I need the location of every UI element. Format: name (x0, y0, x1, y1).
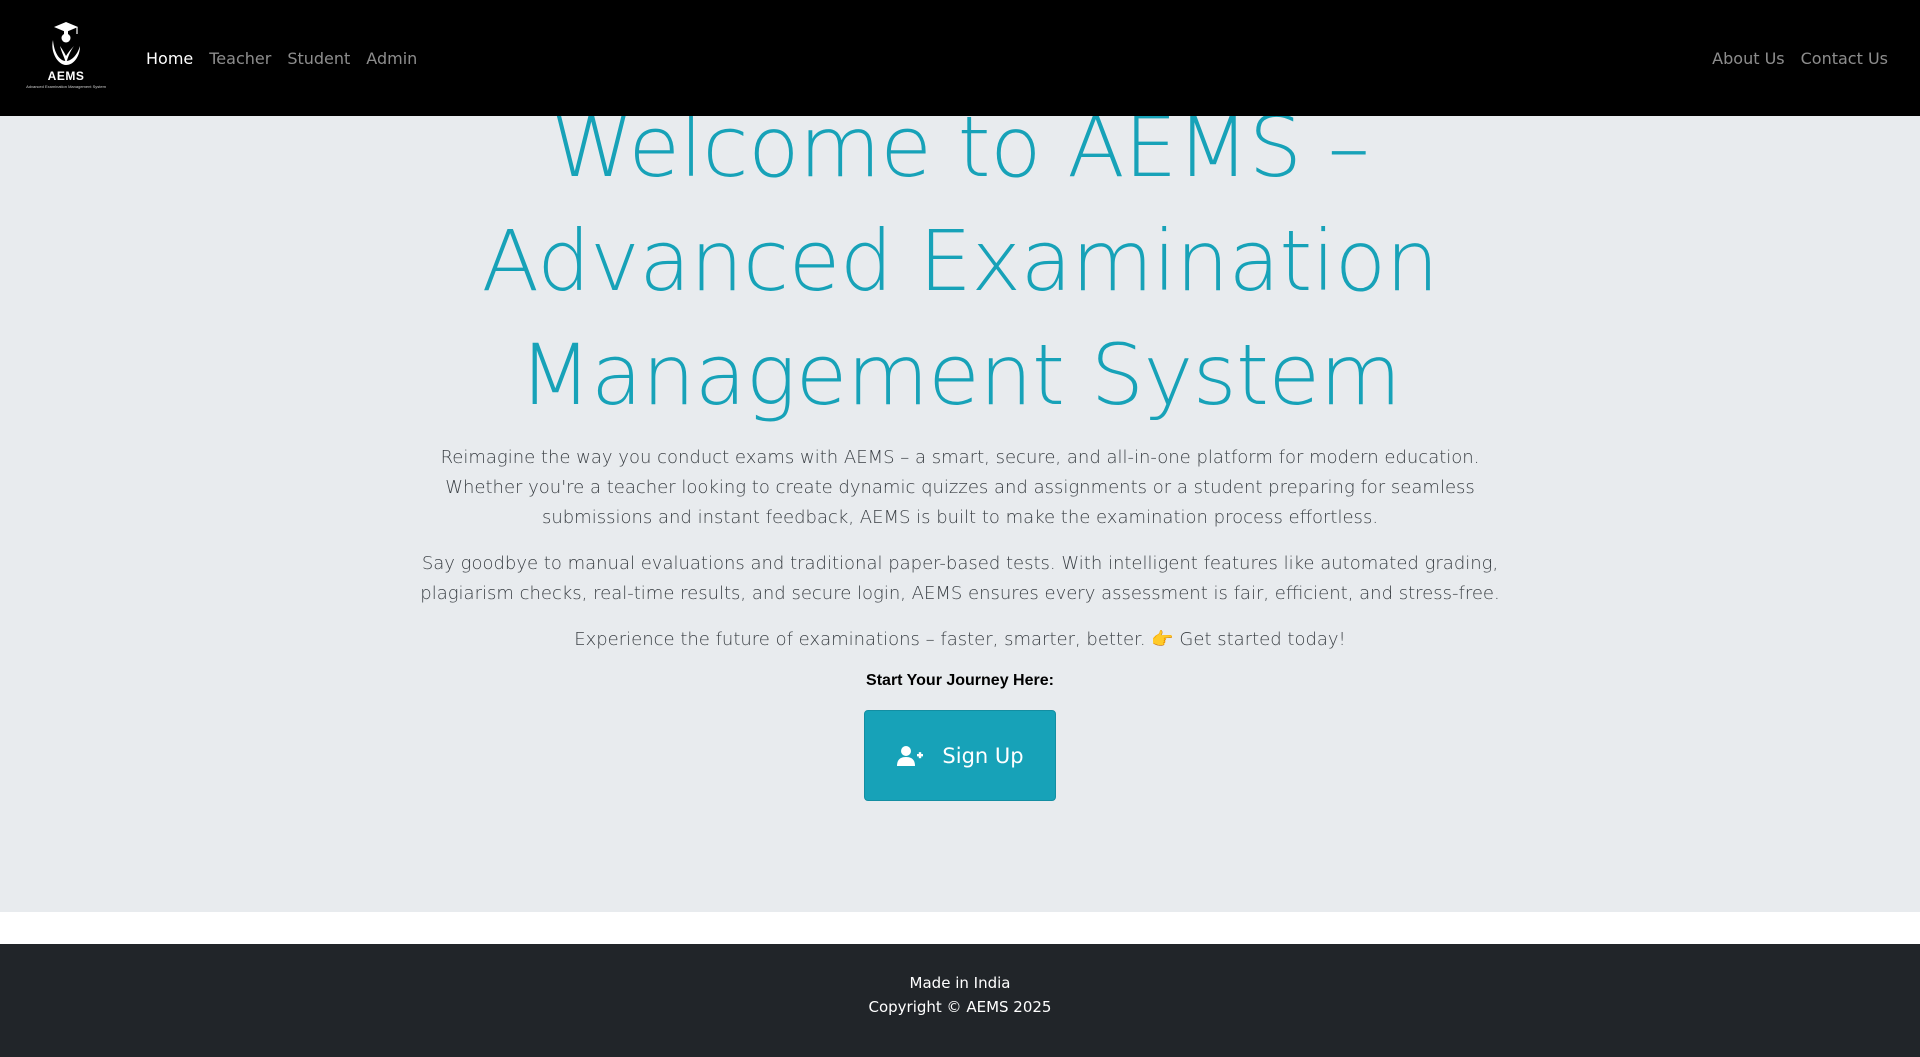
primary-nav: Home Teacher Student Admin (146, 0, 425, 116)
nav-link-teacher[interactable]: Teacher (201, 49, 279, 68)
graduate-emblem-icon (52, 22, 80, 65)
footer-copyright: Copyright © AEMS 2025 (868, 998, 1052, 1016)
hero-section: Welcome to AEMS – Advanced Examination M… (0, 116, 1920, 912)
nav-link-admin[interactable]: Admin (358, 49, 425, 68)
brand-logo[interactable]: AEMS Advanced Examination Management Sys… (22, 20, 110, 92)
hero-title: Welcome to AEMS – Advanced Examination M… (481, 116, 1439, 424)
nav-link-home[interactable]: Home (146, 49, 201, 68)
signup-button[interactable]: Sign Up (864, 710, 1056, 801)
nav-link-student[interactable]: Student (279, 49, 358, 68)
hero-paragraph-intro: Reimagine the way you conduct exams with… (440, 447, 1480, 528)
user-plus-icon (897, 745, 924, 766)
footer-made-in: Made in India (909, 974, 1011, 992)
navbar: AEMS Advanced Examination Management Sys… (0, 0, 1920, 116)
footer: Made in India Copyright © AEMS 2025 (0, 944, 1920, 1057)
brand-tagline: Advanced Examination Management System (26, 84, 106, 89)
nav-link-about-us[interactable]: About Us (1704, 49, 1792, 68)
signup-button-label: Sign Up (942, 743, 1024, 768)
brand-name: AEMS (47, 69, 85, 83)
journey-label: Start Your Journey Here: (866, 672, 1054, 689)
secondary-nav: About Us Contact Us (1704, 0, 1896, 116)
hero-paragraph-cta: Experience the future of examinations – … (574, 629, 1346, 650)
hero-paragraph-features: Say goodbye to manual evaluations and tr… (420, 553, 1500, 604)
nav-link-contact-us[interactable]: Contact Us (1793, 49, 1896, 68)
